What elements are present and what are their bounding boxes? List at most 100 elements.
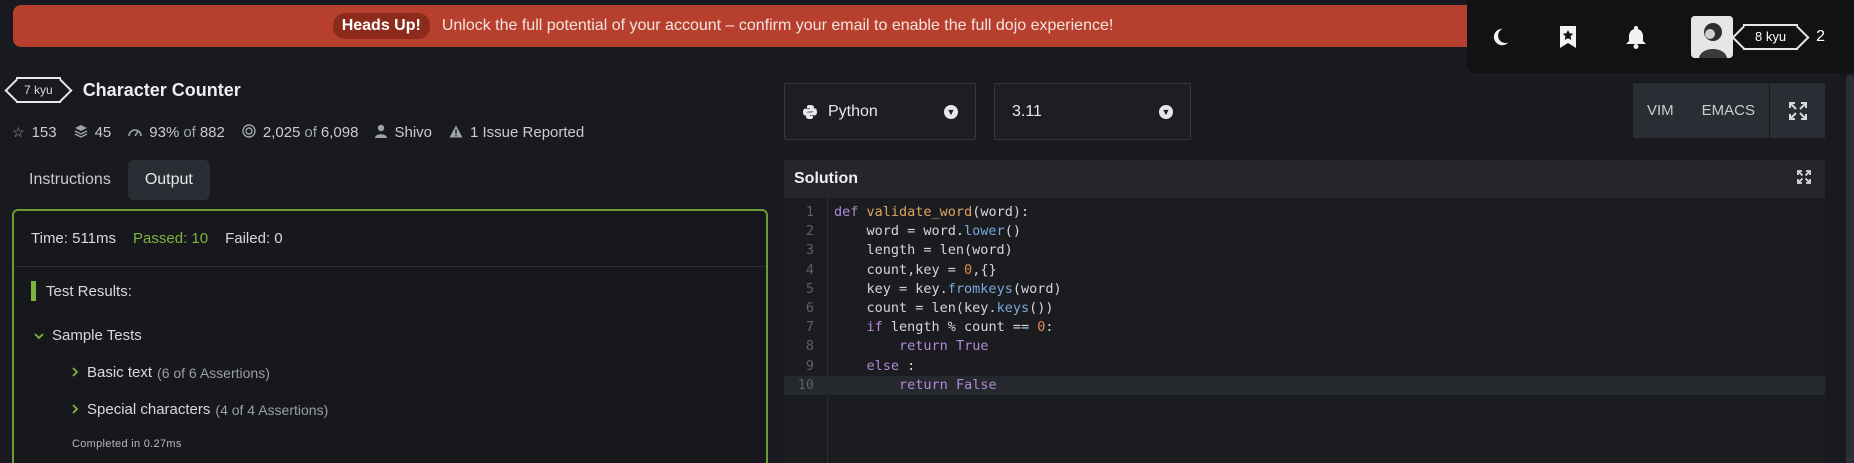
editor-mode-buttons: VIM EMACS [1633, 83, 1770, 138]
completed-total: 6,098 [320, 124, 359, 141]
kata-title[interactable]: Character Counter [83, 80, 241, 101]
layers-icon [74, 124, 88, 141]
author-name: Shivo [394, 124, 432, 141]
completed-time: Completed in 0.27ms [72, 438, 182, 450]
code-line[interactable]: 10 return False [784, 375, 1825, 395]
code-line[interactable]: 8 return True [784, 337, 1825, 356]
test-item[interactable]: Special characters (4 of 4 Assertions) [71, 401, 766, 418]
completed-stat: 2,025 of 6,098 [242, 124, 359, 141]
banner-message[interactable]: Unlock the full potential of your accoun… [442, 17, 1114, 35]
line-number: 4 [805, 261, 814, 278]
test-item[interactable]: Basic text (6 of 6 Assertions) [71, 364, 766, 381]
gauge-icon [128, 125, 143, 141]
stars-count: 153 [31, 124, 57, 141]
test-name: Basic text [87, 364, 153, 381]
code-text: word = word.lower() [834, 223, 1021, 240]
line-number: 8 [805, 338, 814, 355]
bell-icon[interactable] [1623, 24, 1649, 50]
code-line[interactable]: 1 def validate_word(word): [784, 203, 1825, 222]
user-rank[interactable]: 8 kyu 2 [1743, 23, 1825, 50]
line-number: 3 [805, 242, 814, 259]
results-bar [31, 281, 36, 301]
code-text: count = len(key.keys()) [834, 299, 1054, 316]
fullscreen-button[interactable] [1770, 83, 1825, 138]
kata-stats: ☆ 153 45 93% of 882 2,025 of 6,098 Shivo… [12, 124, 601, 141]
collections-count: 45 [94, 124, 112, 141]
chevron-right-icon [71, 366, 79, 380]
code-editor[interactable]: 1 def validate_word(word): 2 word = word.l… [784, 198, 1825, 463]
sample-tests-group[interactable]: Sample Tests [34, 327, 766, 344]
version-value: 3.11 [1012, 102, 1042, 120]
code-line[interactable]: 9 else : [784, 357, 1825, 376]
issues-text: 1 Issue Reported [470, 124, 585, 141]
moon-icon[interactable] [1487, 24, 1513, 50]
collections-stat[interactable]: 45 [74, 124, 112, 141]
chevron-down-icon [34, 329, 44, 343]
solution-header: Solution [784, 160, 1825, 198]
failed-count: Failed: 0 [225, 230, 283, 247]
top-nav: 8 kyu 2 [1467, 0, 1854, 73]
line-number: 5 [805, 280, 814, 297]
satisfaction-of: of [183, 124, 196, 141]
heads-up-badge: Heads Up! [332, 13, 430, 39]
page-scrollbar[interactable] [1846, 75, 1854, 463]
kata-rank-badge: 7 kyu [16, 77, 61, 103]
line-number: 7 [805, 319, 814, 336]
output-panel: Time: 511ms Passed: 10 Failed: 0 Test Re… [12, 209, 768, 463]
star-icon: ☆ [12, 124, 25, 140]
code-text: count,key = 0,{} [834, 261, 997, 278]
code-text: return True [899, 338, 989, 355]
group-label: Sample Tests [52, 327, 142, 344]
language-select[interactable]: Python ▼ [784, 83, 976, 140]
test-results: Test Results: Sample Tests Basic text (6… [14, 267, 766, 450]
code-text: key = key.fromkeys(word) [834, 280, 1062, 297]
results-header: Test Results: [31, 281, 766, 301]
code-text: def validate_word(word): [834, 204, 1030, 220]
line-number: 6 [805, 299, 814, 316]
code-line[interactable]: 4 count,key = 0,{} [784, 261, 1825, 280]
author-stat[interactable]: Shivo [375, 124, 432, 141]
code-line[interactable]: 7 if length % count == 0: [784, 318, 1825, 337]
completed-of: of [304, 124, 317, 141]
bookmark-star-icon[interactable] [1555, 24, 1581, 50]
code-text: else : [866, 357, 916, 374]
python-icon [802, 104, 818, 120]
language-value: Python [828, 102, 878, 120]
test-summary: Time: 511ms Passed: 10 Failed: 0 [14, 211, 766, 267]
code-line[interactable]: 3 length = len(word) [784, 241, 1825, 260]
code-lines: 1 def validate_word(word): 2 word = word.l… [784, 198, 1825, 395]
line-number: 10 [797, 376, 814, 393]
warning-icon [449, 125, 463, 141]
tab-instructions[interactable]: Instructions [12, 160, 128, 200]
time-value: Time: 511ms [31, 230, 117, 247]
line-number: 1 [805, 204, 814, 220]
completed-value: 2,025 [262, 124, 301, 141]
code-line[interactable]: 5 key = key.fromkeys(word) [784, 280, 1825, 299]
emacs-mode-button[interactable]: EMACS [1688, 83, 1769, 138]
chevron-down-icon: ▼ [1159, 104, 1173, 119]
vim-mode-button[interactable]: VIM [1633, 83, 1688, 138]
tab-output[interactable]: Output [127, 160, 210, 200]
results-title: Test Results: [46, 282, 132, 300]
expand-icon[interactable] [1797, 169, 1811, 189]
honor-count: 2 [1816, 27, 1825, 45]
satisfaction-total: 882 [199, 124, 225, 141]
test-assertions: (6 of 6 Assertions) [157, 364, 270, 381]
code-line[interactable]: 6 count = len(key.keys()) [784, 299, 1825, 318]
code-text: if length % count == 0: [866, 319, 1054, 336]
code-text: return False [899, 376, 997, 393]
fullscreen-icon [1788, 101, 1807, 120]
line-number: 2 [805, 223, 814, 240]
code-line[interactable]: 2 word = word.lower() [784, 222, 1825, 241]
test-assertions: (4 of 4 Assertions) [215, 401, 329, 418]
kata-tabs: Instructions Output [12, 160, 210, 200]
solution-title: Solution [794, 170, 858, 187]
user-avatar[interactable] [1691, 15, 1733, 58]
version-select[interactable]: 3.11 ▼ [994, 83, 1191, 140]
chevron-down-icon: ▼ [944, 104, 958, 119]
stars-stat[interactable]: ☆ 153 [12, 124, 57, 141]
user-icon [375, 124, 388, 141]
satisfaction-value: 93% [149, 124, 180, 141]
test-name: Special characters [87, 401, 211, 418]
issues-stat[interactable]: 1 Issue Reported [449, 124, 584, 141]
